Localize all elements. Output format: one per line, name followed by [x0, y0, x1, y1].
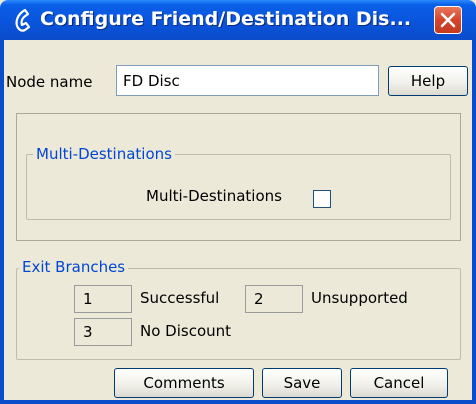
node-name-input[interactable]: [116, 65, 379, 96]
exit-branch-number: 2: [245, 285, 303, 313]
title-bar[interactable]: Configure Friend/Destination Dis...: [0, 0, 476, 40]
window-frame-bottom: [0, 400, 476, 404]
window-title: Configure Friend/Destination Dis...: [40, 8, 412, 30]
window-frame-right: [472, 40, 476, 404]
phone-handset-icon: [15, 8, 31, 32]
multi-destinations-checkbox[interactable]: [313, 190, 331, 208]
exit-branches-legend: Exit Branches: [19, 258, 129, 276]
exit-branch-label: No Discount: [140, 322, 232, 340]
exit-branch-number: 1: [74, 285, 132, 313]
multi-destinations-checkbox-label: Multi-Destinations: [146, 187, 282, 205]
dialog-window: Configure Friend/Destination Dis... Node…: [0, 0, 476, 404]
exit-branches-group: [16, 268, 461, 360]
node-name-label: Node name: [6, 73, 93, 91]
exit-branch-number: 3: [74, 318, 132, 346]
comments-button[interactable]: Comments: [114, 368, 254, 398]
close-button[interactable]: [434, 6, 462, 34]
exit-branch-label: Unsupported: [311, 289, 408, 307]
save-button[interactable]: Save: [262, 368, 342, 398]
help-button[interactable]: Help: [388, 66, 468, 96]
close-icon: [440, 12, 456, 28]
multi-destinations-legend: Multi-Destinations: [33, 145, 175, 163]
window-frame-left: [0, 40, 4, 404]
exit-branch-label: Successful: [140, 289, 220, 307]
cancel-button[interactable]: Cancel: [350, 368, 448, 398]
